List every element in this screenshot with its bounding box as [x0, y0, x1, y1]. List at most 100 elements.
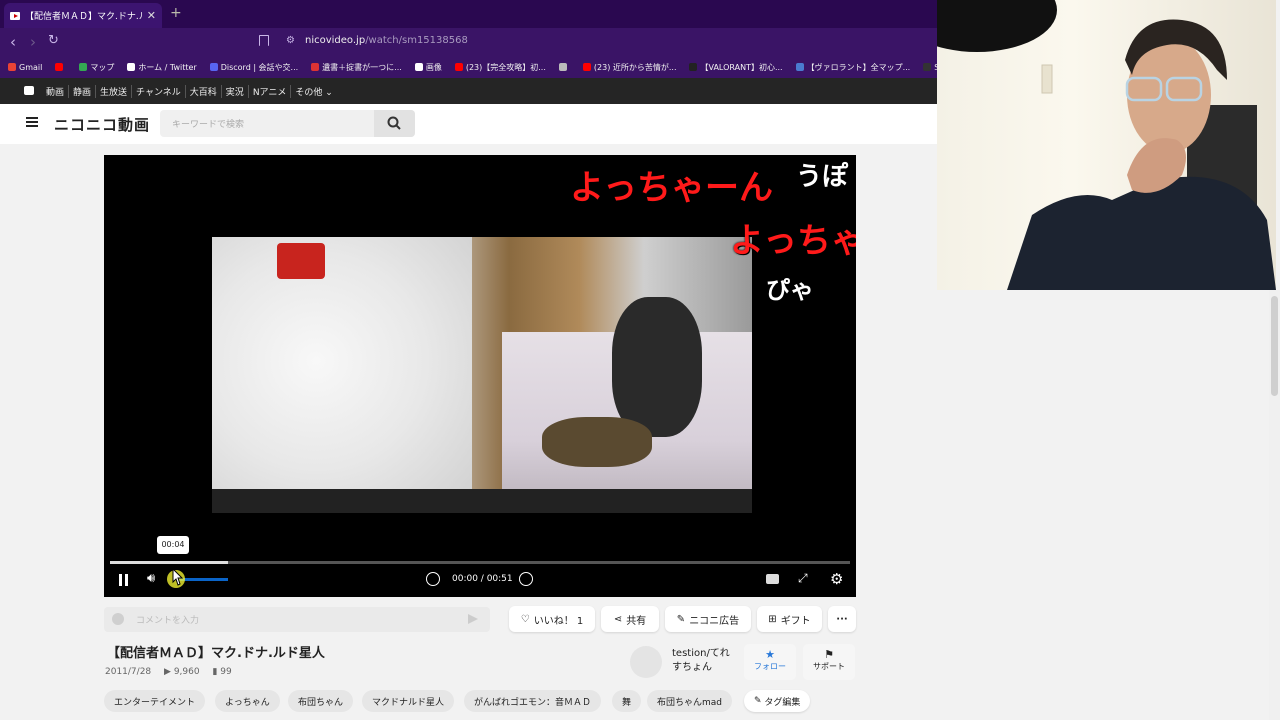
search-button[interactable] [374, 110, 415, 137]
bookmark-item[interactable]: Discord | 会話や交... [209, 62, 299, 73]
nicoad-label: ニコニ広告 [689, 615, 740, 627]
bookmark-favicon-icon [79, 63, 88, 71]
bookmark-item[interactable]: (23)【完全攻略】初... [454, 62, 546, 73]
url-field[interactable]: nicovideo.jp/watch/sm15138568 [305, 35, 468, 46]
niconico-favicon-icon [10, 11, 20, 20]
danmaku-clip: よっちゃ [730, 213, 856, 263]
bookmark-item[interactable]: Gmail [8, 63, 42, 72]
bookmark-favicon-icon [414, 63, 423, 71]
bookmark-favicon-icon [311, 63, 320, 71]
more-button[interactable]: ··· [828, 606, 856, 632]
comment-toggle-icon[interactable] [766, 574, 779, 584]
nico-nav-item[interactable]: 実況 [222, 84, 249, 98]
volume-icon[interactable]: 🔊︎ [147, 571, 155, 586]
url-path: /watch/sm15138568 [365, 35, 468, 46]
bookmark-item[interactable]: ホーム / Twitter [127, 62, 197, 73]
nico-nav-item[interactable]: チャンネル [132, 84, 186, 98]
palette-icon[interactable] [112, 613, 124, 625]
streamer-webcam-image [937, 0, 1276, 290]
play-count-icon: ▶ [164, 667, 171, 677]
bookmark-label: (23) 近所から苦情が... [593, 62, 677, 72]
bookmark-item[interactable]: (23) 近所から苦情が... [582, 62, 677, 73]
bookmark-item[interactable]: SteamDB [923, 63, 937, 72]
seek-bar-progress [110, 561, 228, 564]
video-frame [212, 237, 752, 513]
site-info-icon[interactable]: ⚙ [286, 35, 295, 46]
tag[interactable]: 布団ちゃんmad [647, 690, 732, 712]
menu-icon[interactable] [26, 117, 38, 127]
gift-label: ギフト [780, 615, 811, 627]
search-input[interactable]: キーワードで検索 [172, 117, 244, 130]
tag[interactable]: エンターテイメント [104, 690, 206, 712]
reload-icon[interactable]: ↻ [48, 33, 59, 48]
rewind-10-icon[interactable] [426, 572, 440, 586]
new-tab-button[interactable]: + [170, 5, 182, 21]
bookmark-label: 【VALORANT】初心... [700, 62, 783, 72]
nico-nav-item[interactable]: 動画 [42, 84, 70, 98]
seek-tooltip: 00:04 [157, 536, 189, 554]
nico-nav-item[interactable]: その他 ⌄ [291, 85, 336, 98]
niconico-logo[interactable]: ニコニコ動画 [54, 114, 150, 135]
bookmark-item[interactable]: 画像 [414, 62, 442, 73]
tag[interactable]: マクドナルド星人 [362, 690, 455, 712]
bookmark-item[interactable] [558, 63, 570, 71]
nico-nav-item[interactable]: Nアニメ [249, 84, 292, 98]
support-label: サポート [813, 662, 845, 671]
heart-icon: ♡ [520, 613, 530, 625]
tag[interactable]: 舞 [612, 690, 642, 712]
webcam-overlay [937, 0, 1276, 290]
share-button[interactable]: ⋖ 共有 [601, 606, 659, 632]
fullscreen-icon[interactable]: ⤢ [798, 571, 808, 586]
tag[interactable]: がんばれゴエモン：音ＭＡＤ [464, 690, 602, 712]
bookmark-favicon-icon [558, 63, 567, 71]
url-host: nicovideo.jp [305, 35, 366, 46]
bookmark-favicon-icon [209, 63, 218, 71]
bookmark-star-icon[interactable] [259, 35, 269, 46]
scrollbar-thumb[interactable] [1271, 296, 1278, 396]
tag[interactable]: よっちゃん [215, 690, 280, 712]
tab-title: 【配信者ＭＡＤ】マク.ドナ.ルド星人 [25, 12, 142, 22]
bookmark-item[interactable]: 遺書＋掟書が一つに... [311, 62, 402, 73]
bookmark-item[interactable]: 【VALORANT】初心... [689, 62, 783, 73]
comment-input[interactable]: コメントを入力 [136, 613, 199, 626]
tag-edit-button[interactable]: ✎ タグ編集 [744, 690, 811, 712]
nico-nav-item[interactable]: 生放送 [96, 84, 133, 98]
search-icon [387, 116, 401, 130]
nicoad-button[interactable]: ✎ ニコニ広告 [665, 606, 751, 632]
bookmark-favicon-icon [8, 63, 16, 71]
upload-date: 2011/7/28 [105, 667, 152, 677]
gift-button[interactable]: ⊞ ギフト [757, 606, 822, 632]
video-title: 【配信者ＭＡＤ】マク.ドナ.ルド星人 [107, 646, 325, 661]
like-button[interactable]: ♡ いいね！ 1 [509, 606, 595, 632]
uploader-avatar[interactable] [630, 646, 662, 678]
bookmark-label: Discord | 会話や交... [220, 62, 299, 72]
forward-10-icon[interactable] [519, 572, 533, 586]
close-tab-icon[interactable]: ✕ [147, 9, 156, 22]
nico-nav-item[interactable]: 静画 [69, 84, 97, 98]
back-icon[interactable]: ‹ [10, 33, 16, 51]
bookmark-item[interactable]: マップ [79, 62, 114, 73]
cursor-icon [167, 567, 185, 588]
comment-count-icon: ▮ [212, 667, 218, 677]
tv-icon[interactable] [24, 86, 34, 95]
uploader-name[interactable]: testion/てれ すちょん [672, 647, 730, 675]
bookmark-item[interactable]: 【ヴァロラント】全マップ... [795, 62, 911, 73]
edit-icon: ✎ [754, 696, 762, 706]
bookmark-item[interactable] [55, 63, 66, 71]
gift-icon: ⊞ [768, 613, 777, 625]
follow-button[interactable]: ★ フォロー [744, 644, 796, 680]
like-label: いいね！ 1 [533, 615, 584, 627]
bookmark-label: 【ヴァロラント】全マップ... [806, 62, 911, 72]
pause-icon[interactable] [119, 574, 129, 586]
forward-icon[interactable]: › [30, 33, 36, 51]
browser-tab-active[interactable]: 【配信者ＭＡＤ】マク.ドナ.ルド星人 ✕ [4, 3, 162, 28]
support-button[interactable]: ⚑ サポート [803, 644, 855, 680]
bookmarks-bar: Gmail マップ ホーム / Twitter Discord | 会話や交... 遺書… [0, 56, 937, 78]
send-comment-icon[interactable] [468, 614, 478, 624]
nico-nav-item[interactable]: 大百科 [186, 84, 222, 98]
uploader-name-line2: すちょん [672, 662, 712, 673]
bookmark-favicon-icon [923, 63, 932, 71]
bookmark-label: 遺書＋掟書が一つに... [322, 62, 402, 72]
tag[interactable]: 布団ちゃん [288, 690, 354, 712]
settings-gear-icon[interactable]: ⚙ [830, 570, 843, 588]
